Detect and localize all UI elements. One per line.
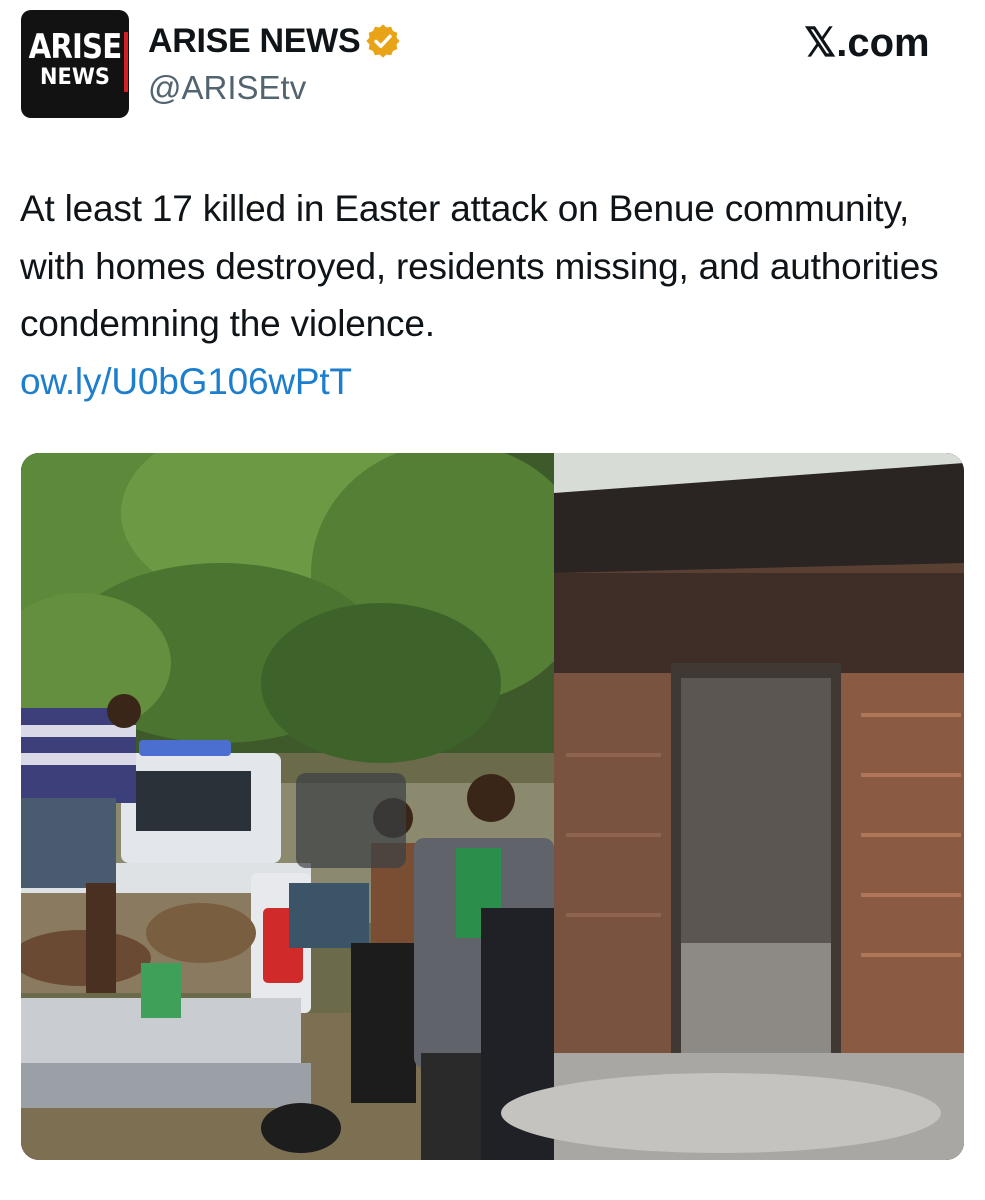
media-photos xyxy=(21,453,964,1160)
tweet-media[interactable] xyxy=(21,453,964,1160)
tweet-text: At least 17 killed in Easter attack on B… xyxy=(20,180,965,410)
display-name[interactable]: ARISE NEWS xyxy=(148,20,361,62)
photo-left-truck-scene xyxy=(21,453,591,1160)
avatar-accent-bar xyxy=(124,32,128,92)
x-com-brand: 𝕏.com xyxy=(804,21,930,65)
tweet-body: At least 17 killed in Easter attack on B… xyxy=(20,188,939,344)
photo-right-burnt-house xyxy=(501,453,964,1160)
user-handle[interactable]: @ARISEtv xyxy=(148,68,306,108)
tweet-link[interactable]: ow.ly/U0bG106wPtT xyxy=(20,353,965,411)
avatar-logo-text: ARISE xyxy=(28,27,123,67)
avatar-logo-subtext: NEWS xyxy=(40,65,110,90)
avatar[interactable]: ARISE NEWS xyxy=(21,10,129,118)
author-name-row: ARISE NEWS xyxy=(148,20,402,62)
gold-verified-badge-icon xyxy=(366,24,400,58)
